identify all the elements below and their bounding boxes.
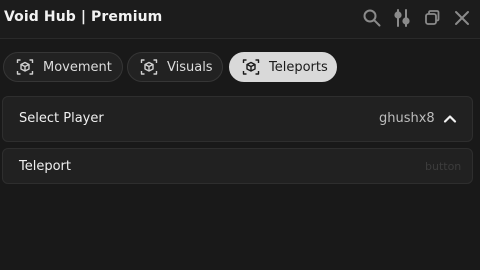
box-icon: [16, 58, 34, 76]
close-icon[interactable]: [452, 8, 472, 28]
box-icon: [242, 58, 260, 76]
tab-teleports[interactable]: Teleports: [229, 52, 337, 82]
tab-visuals[interactable]: Visuals: [127, 52, 223, 82]
title-bar[interactable]: Void Hub | Premium: [0, 0, 480, 39]
box-icon: [140, 58, 158, 76]
sliders-icon[interactable]: [392, 8, 412, 28]
restore-icon[interactable]: [422, 8, 442, 28]
button-hint: button: [425, 160, 462, 173]
teleport-button[interactable]: Teleport button: [2, 148, 473, 184]
tab-label: Teleports: [269, 59, 328, 75]
tab-label: Movement: [43, 59, 112, 75]
select-player-label: Select Player: [19, 111, 104, 126]
window-title: Void Hub | Premium: [4, 9, 163, 25]
select-player-dropdown[interactable]: Select Player ghushx8: [2, 96, 473, 142]
tab-label: Visuals: [167, 59, 213, 75]
tab-bar: Movement Visuals Teleports: [0, 50, 480, 84]
chevron-up-icon[interactable]: [443, 112, 457, 126]
teleport-label: Teleport: [19, 159, 71, 174]
tab-movement[interactable]: Movement: [3, 52, 123, 82]
app-window: Void Hub | Premium Movement Visuals Tele…: [0, 0, 480, 270]
search-icon[interactable]: [362, 8, 382, 28]
selected-player-value: ghushx8: [379, 111, 435, 126]
